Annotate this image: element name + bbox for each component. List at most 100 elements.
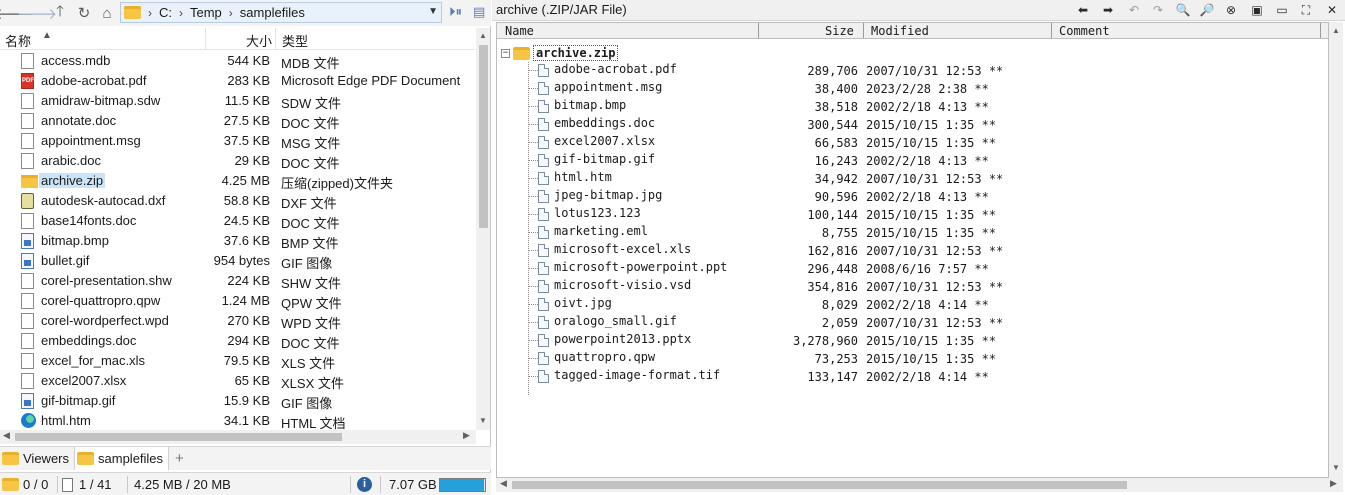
refresh-icon[interactable]: ↻ <box>73 2 95 24</box>
archive-entry-row[interactable]: lotus123.123 100,144 2015/10/15 1:35 ** <box>497 206 1328 224</box>
fullscreen-icon[interactable]: ⛶ <box>1298 2 1314 18</box>
file-row[interactable]: adobe-acrobat.pdf 283 KB Microsoft Edge PD… <box>0 71 475 91</box>
collapse-icon[interactable]: − <box>501 48 510 58</box>
archive-entry-row[interactable]: appointment.msg 38,400 2023/2/28 2:38 ** <box>497 80 1328 98</box>
archive-entry-row[interactable]: bitmap.bmp 38,518 2002/2/18 4:13 ** <box>497 98 1328 116</box>
file-row[interactable]: bitmap.bmp 37.6 KB BMP 文件 <box>0 231 475 251</box>
path-segment-temp[interactable]: Temp <box>190 5 222 20</box>
file-type: GIF 图像 <box>281 396 333 411</box>
file-size: 58.8 KB <box>223 193 270 208</box>
archive-entry-row[interactable]: microsoft-excel.xls 162,816 2007/10/31 12:… <box>497 242 1328 260</box>
horizontal-scrollbar[interactable]: ◀ ▶ <box>0 430 476 444</box>
file-row[interactable]: bullet.gif 954 bytes GIF 图像 <box>0 251 475 271</box>
redo-icon[interactable]: ↷ <box>1150 2 1166 18</box>
file-row[interactable]: annotate.doc 27.5 KB DOC 文件 <box>0 111 475 131</box>
file-row[interactable]: corel-presentation.shw 224 KB SHW 文件 <box>0 271 475 291</box>
column-size[interactable]: Size <box>825 24 854 38</box>
column-name[interactable]: Name <box>505 24 534 38</box>
new-tab-button[interactable]: + <box>169 447 190 470</box>
column-name[interactable]: 名称 <box>5 31 31 50</box>
file-row[interactable]: embeddings.doc 294 KB DOC 文件 <box>0 331 475 351</box>
file-row[interactable]: arabic.doc 29 KB DOC 文件 <box>0 151 475 171</box>
archive-entry-row[interactable]: excel2007.xlsx 66,583 2015/10/15 1:35 ** <box>497 134 1328 152</box>
file-row[interactable]: amidraw-bitmap.sdw 11.5 KB SDW 文件 <box>0 91 475 111</box>
sidebar-toggle-icon[interactable]: ▤ <box>473 4 485 20</box>
column-comment[interactable]: Comment <box>1059 24 1110 38</box>
scroll-thumb[interactable] <box>15 433 342 441</box>
scroll-right-icon[interactable]: ▶ <box>1330 478 1337 489</box>
vertical-scrollbar[interactable]: ▲ ▼ <box>476 28 490 430</box>
file-size: 29 KB <box>234 153 270 168</box>
column-modified[interactable]: Modified <box>871 24 929 38</box>
entry-size: 296,448 <box>807 262 858 276</box>
file-row[interactable]: autodesk-autocad.dxf 58.8 KB DXF 文件 <box>0 191 475 211</box>
archive-entry-row[interactable]: marketing.eml 8,755 2015/10/15 1:35 ** <box>497 224 1328 242</box>
arrow-left-icon[interactable]: ⬅ <box>1075 2 1091 18</box>
column-type[interactable]: 类型 <box>282 31 308 50</box>
entry-modified: 2015/10/15 1:35 ** <box>866 118 997 132</box>
path-segment-samplefiles[interactable]: samplefiles <box>240 5 305 20</box>
undo-icon[interactable]: ↶ <box>1126 2 1142 18</box>
split-view-icon[interactable]: ⏵⏸ <box>449 4 462 20</box>
chevron-right-icon: › <box>179 5 183 20</box>
viewer-title: archive (.ZIP/JAR File) <box>496 2 627 17</box>
file-type: DXF 文件 <box>281 196 337 211</box>
scroll-down-icon[interactable]: ▼ <box>1332 463 1340 472</box>
up-icon[interactable]: 🡑 <box>49 2 71 24</box>
vertical-scrollbar[interactable]: ▲ ▼ <box>1329 22 1343 478</box>
archive-entry-row[interactable]: gif-bitmap.gif 16,243 2002/2/18 4:13 ** <box>497 152 1328 170</box>
scroll-right-icon[interactable]: ▶ <box>463 430 470 441</box>
scroll-left-icon[interactable]: ◀ <box>3 430 10 441</box>
file-row[interactable]: base14fonts.doc 24.5 KB DOC 文件 <box>0 211 475 231</box>
file-row[interactable]: excel2007.xlsx 65 KB XLSX 文件 <box>0 371 475 391</box>
column-size[interactable]: 大小 <box>246 31 272 50</box>
sort-ascending-icon: ▲ <box>42 30 52 41</box>
zoom-out-icon[interactable]: 🔎 <box>1199 2 1215 18</box>
zoom-reset-icon[interactable]: ⊗ <box>1223 2 1239 18</box>
file-row[interactable]: corel-wordperfect.wpd 270 KB WPD 文件 <box>0 311 475 331</box>
scroll-left-icon[interactable]: ◀ <box>500 478 507 489</box>
archive-entry-row[interactable]: microsoft-powerpoint.ppt 296,448 2008/6/16… <box>497 260 1328 278</box>
scroll-up-icon[interactable]: ▲ <box>1332 26 1340 35</box>
file-row[interactable]: archive.zip 4.25 MB 压缩(zipped)文件夹 <box>0 171 475 191</box>
entry-name: oivt.jpg <box>554 296 612 310</box>
archive-entry-row[interactable]: oralogo_small.gif 2,059 2007/10/31 12:53 *… <box>497 314 1328 332</box>
zoom-in-icon[interactable]: 🔍 <box>1175 2 1191 18</box>
fit-window-icon[interactable]: ▣ <box>1249 2 1265 18</box>
horizontal-scrollbar[interactable]: ◀ ▶ <box>496 478 1343 492</box>
file-row[interactable]: html.htm 34.1 KB HTML 文档 <box>0 411 475 430</box>
file-row[interactable]: appointment.msg 37.5 KB MSG 文件 <box>0 131 475 151</box>
archive-entry-row[interactable]: embeddings.doc 300,544 2015/10/15 1:35 ** <box>497 116 1328 134</box>
file-icon <box>538 370 549 383</box>
archive-entry-row[interactable]: microsoft-visio.vsd 354,816 2007/10/31 12:… <box>497 278 1328 296</box>
archive-entry-row[interactable]: oivt.jpg 8,029 2002/2/18 4:14 ** <box>497 296 1328 314</box>
fit-width-icon[interactable]: ▭ <box>1274 2 1290 18</box>
close-icon[interactable]: ✕ <box>1324 2 1340 18</box>
archive-entry-row[interactable]: powerpoint2013.pptx 3,278,960 2015/10/15 1… <box>497 332 1328 350</box>
scroll-down-icon[interactable]: ▼ <box>479 416 487 425</box>
archive-entry-row[interactable]: html.htm 34,942 2007/10/31 12:53 ** <box>497 170 1328 188</box>
archive-entry-row[interactable]: quattropro.qpw 73,253 2015/10/15 1:35 ** <box>497 350 1328 368</box>
archive-entry-row[interactable]: adobe-acrobat.pdf 289,706 2007/10/31 12:53… <box>497 62 1328 80</box>
tab-viewers[interactable]: Viewers <box>0 447 76 470</box>
tree-root[interactable]: − archive.zip <box>501 44 619 62</box>
entry-size: 100,144 <box>807 208 858 222</box>
file-row[interactable]: excel_for_mac.xls 79.5 KB XLS 文件 <box>0 351 475 371</box>
file-row[interactable]: corel-quattropro.qpw 1.24 MB QPW 文件 <box>0 291 475 311</box>
home-icon[interactable]: ⌂ <box>96 2 118 24</box>
file-row[interactable]: gif-bitmap.gif 15.9 KB GIF 图像 <box>0 391 475 411</box>
forward-icon[interactable]: 🡒 <box>17 2 57 24</box>
path-box[interactable]: › C: › Temp › samplefiles ▼ <box>120 2 442 23</box>
arrow-right-icon[interactable]: ➡ <box>1100 2 1116 18</box>
file-type: GIF 图像 <box>281 256 333 271</box>
scroll-thumb[interactable] <box>512 481 1127 489</box>
scroll-up-icon[interactable]: ▲ <box>479 31 487 40</box>
tab-samplefiles[interactable]: samplefiles <box>75 447 170 470</box>
file-row[interactable]: access.mdb 544 KB MDB 文件 <box>0 51 475 71</box>
info-icon[interactable]: i <box>357 477 372 492</box>
archive-entry-row[interactable]: tagged-image-format.tif 133,147 2002/2/18 … <box>497 368 1328 386</box>
archive-entry-row[interactable]: jpeg-bitmap.jpg 90,596 2002/2/18 4:13 ** <box>497 188 1328 206</box>
path-segment-drive[interactable]: C: <box>159 5 172 20</box>
dropdown-icon[interactable]: ▼ <box>428 6 438 17</box>
scroll-thumb[interactable] <box>479 45 488 228</box>
